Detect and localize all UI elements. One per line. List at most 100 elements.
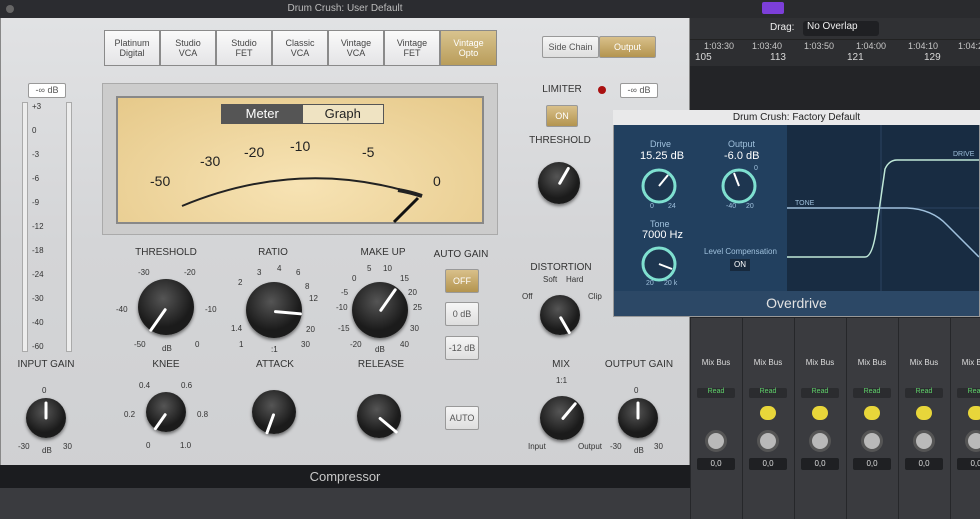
scale-label: 30 [63,442,72,451]
scale-label: -30 [18,442,30,451]
tone-knob[interactable] [638,243,680,285]
tone-value[interactable]: 7000 Hz [642,229,683,241]
meter-scale-label: 0 [32,126,37,135]
model-studio-fet[interactable]: Studio FET [216,30,272,66]
daw-toolbar: Drag: No Overlap [690,2,980,40]
release-knob[interactable] [357,394,401,438]
auto-gain-0db-button[interactable]: 0 dB [445,302,479,326]
scale-label: dB [162,344,172,353]
scale-label: 0.2 [124,410,136,419]
level-compensation-button[interactable]: ON [730,259,750,271]
yellow-button[interactable] [812,406,828,420]
auto-gain-minus12-button[interactable]: -12 dB [445,336,479,360]
scale-label: 0 [195,340,200,349]
threshold-label: THRESHOLD [135,247,197,258]
output-value[interactable]: -6.0 dB [724,150,759,162]
scale-label: -40 [726,203,737,210]
overdrive-footer: Overdrive [614,291,979,316]
yellow-button[interactable] [864,406,880,420]
yellow-button[interactable] [968,406,980,420]
drive-label: Drive [650,139,672,149]
pan-knob[interactable] [913,430,935,452]
overdrive-title-bar[interactable]: Drum Crush: Factory Default [613,110,980,125]
bus-label[interactable]: Mix Bus [903,358,945,367]
mix-knob[interactable] [540,396,584,440]
input-gain-knob[interactable] [26,398,66,438]
scale-label: 0 [634,386,639,395]
distortion-knob[interactable] [540,295,580,335]
meter-scale-label: -40 [32,318,44,327]
bus-label[interactable]: Mix Bus [747,358,789,367]
overdrive-controls: Drive 15.25 dB 0 24 Output -6.0 dB -40 0… [614,125,787,291]
model-platinum-digital[interactable]: Platinum Digital [104,30,160,66]
drive-value[interactable]: 15.25 dB [640,150,684,162]
model-vintage-fet[interactable]: Vintage FET [384,30,440,66]
pan-knob[interactable] [757,430,779,452]
output-label: Output [728,139,756,149]
output-gain-knob[interactable] [618,398,658,438]
scale-label: 30 [301,340,310,349]
mixer-strip: Mix Bus Read 0,0 [950,318,980,519]
close-icon[interactable] [6,5,14,13]
pan-knob[interactable] [861,430,883,452]
scale-label: 20 [306,325,315,334]
attack-knob[interactable] [252,390,296,435]
volume-value: 0,0 [853,458,891,470]
meter-scale-label: -9 [32,198,40,207]
toolbar-badge[interactable] [762,2,784,14]
drag-select[interactable]: No Overlap [803,21,879,36]
limiter-label: LIMITER [542,84,582,95]
auto-gain-off-button[interactable]: OFF [445,269,479,293]
output-button[interactable]: Output [599,36,656,58]
graph-drive-label: DRIVE [953,151,975,158]
limiter-threshold-knob[interactable] [538,162,580,204]
compressor-title-bar[interactable]: Drum Crush: User Default [0,0,690,18]
drive-knob[interactable] [638,165,680,207]
meter-scale-label: -60 [32,342,44,351]
bus-label[interactable]: Mix Bus [799,358,841,367]
ratio-knob[interactable] [246,282,303,338]
bus-label[interactable]: Mix Bus [695,358,737,367]
scale-label: -10 [205,305,217,314]
model-classic-vca[interactable]: Classic VCA [272,30,328,66]
pan-knob[interactable] [705,430,727,452]
side-chain-button[interactable]: Side Chain [542,36,599,58]
model-vintage-vca[interactable]: Vintage VCA [328,30,384,66]
read-button[interactable]: Read [957,388,980,398]
ruler-bar: 113 [770,52,786,63]
scale-label: 1.0 [180,441,192,450]
scale-label: 2 [238,278,243,287]
read-button[interactable]: Read [697,388,735,398]
model-studio-vca[interactable]: Studio VCA [160,30,216,66]
read-button[interactable]: Read [905,388,943,398]
auto-release-button[interactable]: AUTO [445,406,479,430]
read-button[interactable]: Read [853,388,891,398]
scale-label: 20 [746,203,754,210]
ruler-time: 1:04:20 [958,41,980,51]
scale-label: 0 [352,274,357,283]
scale-label: 3 [257,268,262,277]
read-button[interactable]: Read [801,388,839,398]
pan-knob[interactable] [809,430,831,452]
makeup-knob[interactable] [352,282,408,338]
ruler-bar: 105 [695,52,712,63]
mixer-strip: Mix Bus Read 0,0 [690,318,740,519]
limiter-on-button[interactable]: ON [546,105,578,127]
ruler-bar: 129 [924,52,941,63]
bus-label[interactable]: Mix Bus [955,358,980,367]
scale-label: 0.4 [139,381,151,390]
scale-label: 0 [42,386,47,395]
scale-label: 30 [654,442,663,451]
pan-knob[interactable] [965,430,980,452]
knee-knob[interactable] [146,392,186,432]
input-meter-scale: +3 0 -3 -6 -9 -12 -18 -24 -30 -40 -60 [28,102,64,352]
meter-scale-label: -24 [32,270,44,279]
yellow-button[interactable] [916,406,932,420]
compressor-footer: Compressor [0,465,690,488]
input-level-display: -∞ dB [28,83,66,98]
bus-label[interactable]: Mix Bus [851,358,893,367]
model-vintage-opto[interactable]: Vintage Opto [440,30,497,66]
threshold-knob[interactable] [138,279,194,335]
yellow-button[interactable] [760,406,776,420]
read-button[interactable]: Read [749,388,787,398]
